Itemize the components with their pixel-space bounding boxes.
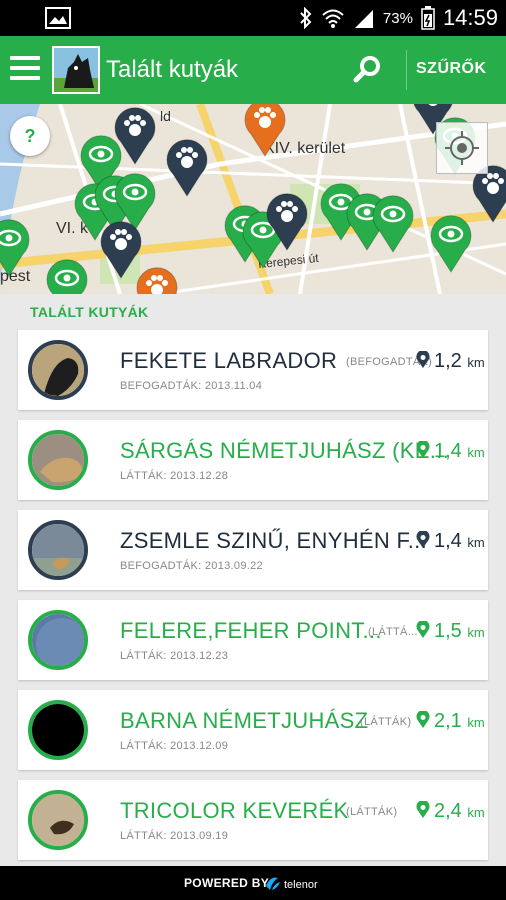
eye-pin-icon[interactable] (44, 256, 90, 294)
distance-value: 1,4 (434, 530, 462, 552)
distance-unit: km (467, 715, 485, 730)
distance-unit: km (467, 625, 485, 640)
dog-avatar (28, 790, 88, 850)
distance: 1,4 km (416, 530, 488, 553)
distance: 1,5 km (416, 620, 488, 643)
eye-pin-icon[interactable] (370, 192, 416, 254)
location-pin-icon (416, 531, 430, 548)
paw-pin-icon[interactable] (264, 190, 310, 252)
battery-percent: 73% (382, 9, 413, 27)
dog-avatar (28, 520, 88, 580)
status-tag: (LÁTTÁ... (368, 626, 418, 638)
filter-button[interactable]: SZŰRŐK (416, 60, 487, 78)
list-item[interactable]: ZSEMLE SZINŰ, ENYHÉN F... BEFOGADTÁK: 201… (18, 510, 488, 590)
status-tag: (LÁTTÁK) (360, 716, 412, 728)
status-bar: 73% 14:59 (0, 0, 506, 36)
distance: 1,4 km (416, 440, 488, 463)
locate-icon (445, 131, 479, 165)
gallery-icon (45, 7, 71, 29)
map-label-partial: ld (160, 108, 171, 124)
location-pin-icon (416, 801, 430, 818)
distance-value: 2,1 (434, 710, 462, 732)
wifi-icon (322, 9, 344, 28)
dog-name: TRICOLOR KEVERÉK (120, 798, 349, 823)
app-logo (52, 46, 100, 94)
status-date: BEFOGADTÁK: 2013.11.04 (120, 380, 263, 392)
status-date: LÁTTÁK: 2013.12.09 (120, 740, 229, 752)
telenor-logo: telenor (264, 872, 324, 894)
status-date: BEFOGADTÁK: 2013.09.22 (120, 560, 263, 572)
bluetooth-icon (300, 7, 312, 29)
search-icon[interactable] (350, 52, 386, 88)
appbar-divider (406, 50, 407, 90)
dog-avatar (28, 340, 88, 400)
dog-name: FEKETE LABRADOR (120, 348, 338, 373)
distance: 1,2 km (416, 350, 488, 373)
distance-unit: km (467, 445, 485, 460)
distance-value: 2,4 (434, 800, 462, 822)
paw-pin-icon[interactable] (242, 104, 288, 158)
distance-value: 1,2 (434, 350, 462, 372)
distance-unit: km (467, 355, 485, 370)
clock: 14:59 (442, 5, 498, 30)
app-bar: Talált kutyák SZŰRŐK (0, 36, 506, 104)
map-view[interactable]: XIV. kerület VI. k pest Kerepesi út ld ? (0, 104, 506, 294)
battery-icon (421, 6, 435, 30)
distance-unit: km (467, 535, 485, 550)
distance-unit: km (467, 805, 485, 820)
status-date: LÁTTÁK: 2013.09.19 (120, 830, 229, 842)
dog-name: FELERE,FEHER POINT... (120, 618, 382, 643)
locate-button[interactable] (436, 122, 488, 174)
distance: 2,4 km (416, 800, 488, 823)
status-date: LÁTTÁK: 2013.12.23 (120, 650, 229, 662)
distance: 2,1 km (416, 710, 488, 733)
location-pin-icon (416, 621, 430, 638)
list-item[interactable]: FELERE,FEHER POINT... (LÁTTÁ... LÁTTÁK: 20… (18, 600, 488, 680)
list-item[interactable]: BARNA NÉMETJUHÁSZ (LÁTTÁK) LÁTTÁK: 2013.12… (18, 690, 488, 770)
dog-name: ZSEMLE SZINŰ, ENYHÉN F... (120, 528, 427, 553)
paw-pin-icon[interactable] (134, 264, 180, 294)
dog-avatar (28, 430, 88, 490)
dog-name: BARNA NÉMETJUHÁSZ (120, 708, 369, 733)
section-header: TALÁLT KUTYÁK (30, 304, 149, 320)
dog-avatar (28, 700, 88, 760)
list-item[interactable]: SÁRGÁS NÉMETJUHÁSZ (KE... LÁTTÁK: 2013.12… (18, 420, 488, 500)
page-title: Talált kutyák (106, 56, 239, 83)
telenor-wordmark: telenor (284, 879, 318, 891)
dog-avatar (28, 610, 88, 670)
eye-pin-icon[interactable] (428, 212, 474, 274)
powered-by-text: POWERED BY (184, 876, 270, 890)
dog-name: SÁRGÁS NÉMETJUHÁSZ (KE... (120, 438, 449, 463)
location-pin-icon (416, 441, 430, 458)
distance-value: 1,4 (434, 440, 462, 462)
location-pin-icon (416, 351, 430, 368)
help-button[interactable]: ? (10, 116, 50, 156)
distance-value: 1,5 (434, 620, 462, 642)
signal-icon (354, 10, 373, 28)
status-tag: (LÁTTÁK) (346, 806, 398, 818)
list-item[interactable]: FEKETE LABRADOR (BEFOGADTÁK) BEFOGADTÁK: 2… (18, 330, 488, 410)
menu-icon[interactable] (10, 56, 40, 84)
location-pin-icon (416, 711, 430, 728)
eye-pin-icon[interactable] (0, 216, 32, 278)
paw-pin-icon[interactable] (164, 136, 210, 198)
status-date: LÁTTÁK: 2013.12.28 (120, 470, 229, 482)
footer: POWERED BY telenor (0, 866, 506, 900)
list-item[interactable]: TRICOLOR KEVERÉK (LÁTTÁK) LÁTTÁK: 2013.09.… (18, 780, 488, 860)
